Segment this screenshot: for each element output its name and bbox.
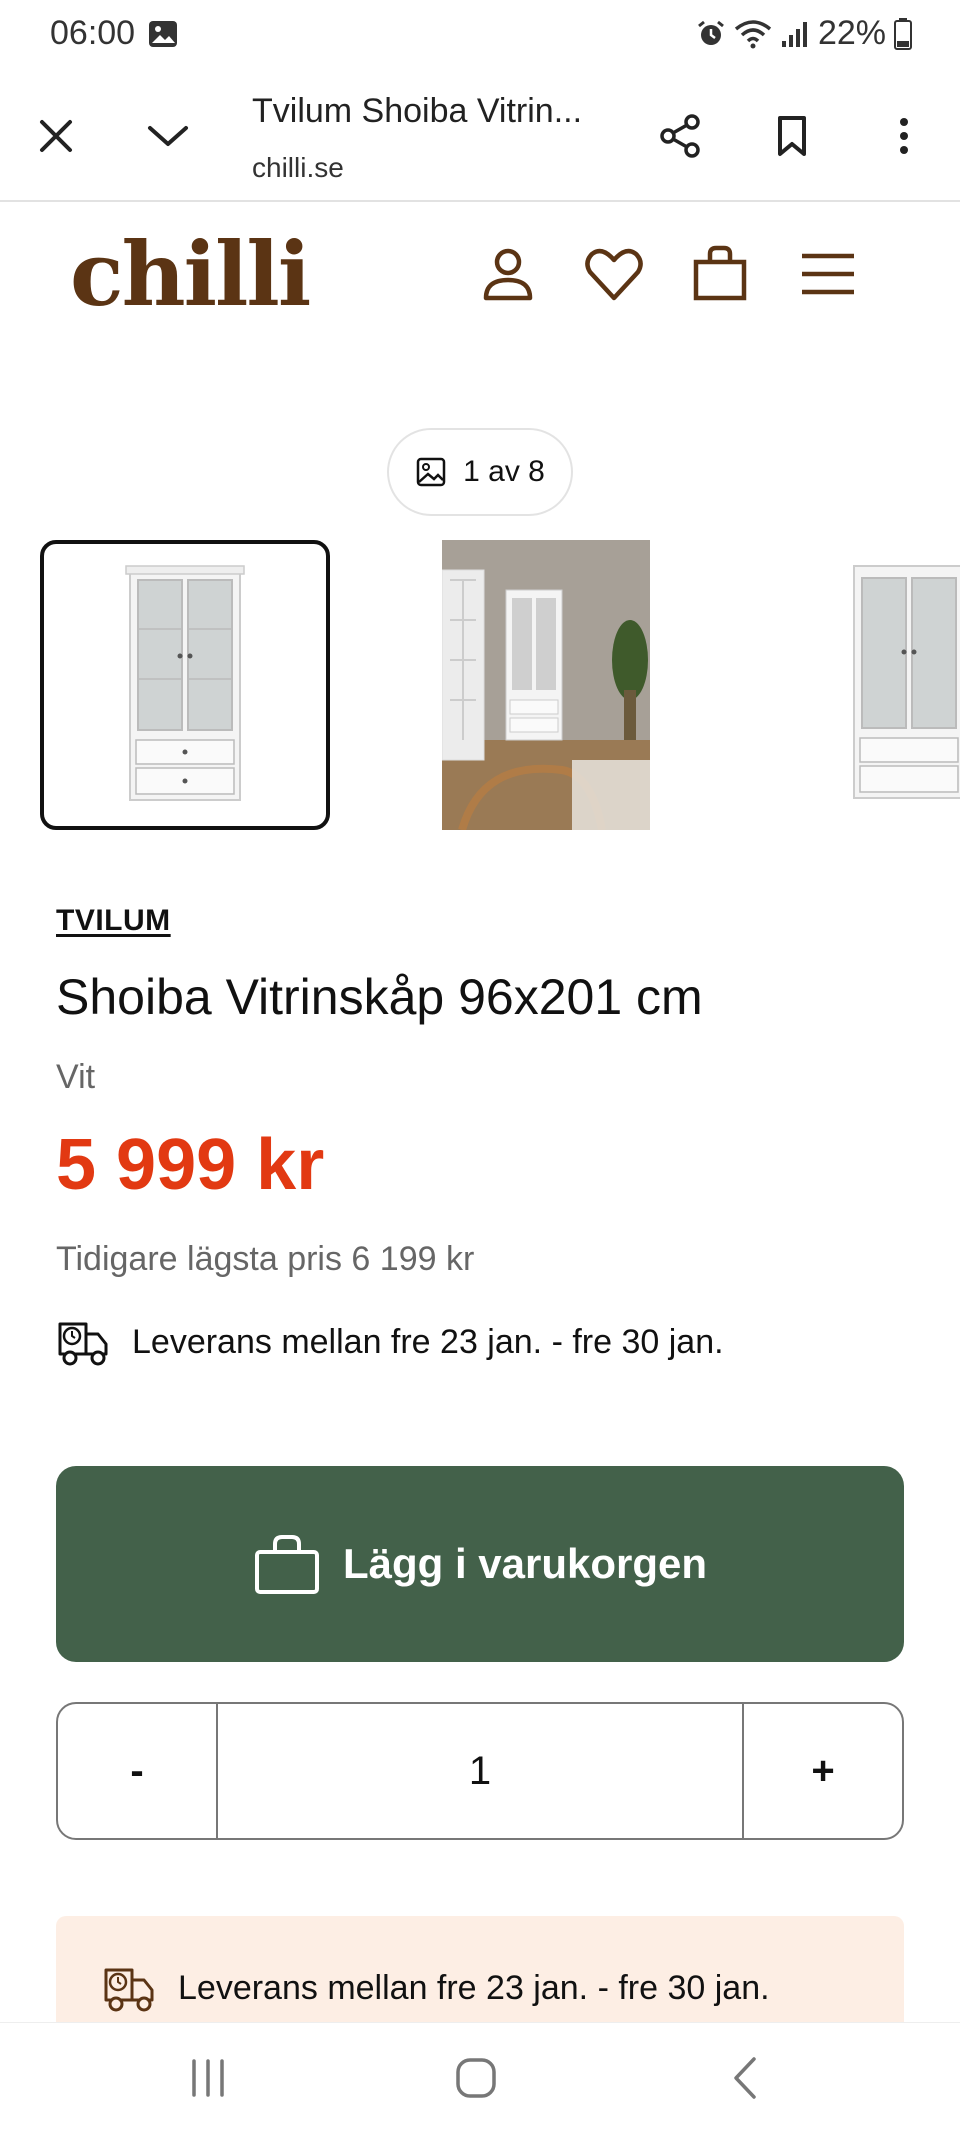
battery-icon [894,17,912,50]
gallery-counter[interactable]: 1 av 8 [387,428,573,516]
product-thumbnail-2[interactable] [442,540,650,830]
quantity-stepper: - 1 + [56,1702,904,1840]
share-icon[interactable] [656,112,704,160]
close-icon[interactable] [32,112,80,160]
user-icon[interactable] [476,242,540,306]
site-header: chilli [0,202,960,342]
delivery-info: Leverans mellan fre 23 jan. - fre 30 jan… [56,1314,724,1370]
heart-icon[interactable] [582,242,646,306]
product-thumbnail-1[interactable] [40,540,330,830]
product-variant: Vit [56,1058,96,1096]
chevron-down-icon[interactable] [144,112,192,160]
home-icon[interactable] [446,2053,506,2103]
delivery-truck-icon [58,1322,108,1366]
room-image [442,540,650,830]
product-thumbnail-3[interactable] [850,540,960,830]
gallery-counter-text: 1 av 8 [463,455,545,488]
delivery-banner-text: Leverans mellan fre 23 jan. - fre 30 jan… [178,1968,770,2007]
browser-toolbar: Tvilum Shoiba Vitrin... chilli.se [0,70,960,202]
add-to-cart-button[interactable]: Lägg i varukorgen [56,1466,904,1662]
battery-percent: 22% [817,14,886,52]
product-title: Shoiba Vitrinskåp 96x201 cm [56,969,703,1025]
previous-lowest-price: Tidigare lägsta pris 6 199 kr [56,1240,475,1278]
menu-icon[interactable] [796,242,860,306]
recent-apps-icon[interactable] [178,2053,238,2103]
status-bar: 06:00 22% [0,0,960,70]
image-icon [416,457,446,487]
bookmark-icon[interactable] [768,112,816,160]
android-navigation-bar [0,2022,960,2133]
back-icon[interactable] [716,2053,776,2103]
image-icon [149,21,177,47]
page-title[interactable]: Tvilum Shoiba Vitrin... [252,92,582,131]
page-domain[interactable]: chilli.se [252,152,344,184]
wifi-icon [734,19,772,48]
delivery-banner-row: Leverans mellan fre 23 jan. - fre 30 jan… [102,1960,770,2016]
delivery-text: Leverans mellan fre 23 jan. - fre 30 jan… [132,1322,724,1361]
status-time: 06:00 [50,14,136,52]
add-to-cart-label: Lägg i varukorgen [342,1540,708,1587]
shopping-bag-icon [254,1535,319,1594]
alarm-icon [698,20,724,45]
brand-link[interactable]: TVILUM [56,904,171,938]
quantity-increase-button[interactable]: + [744,1704,902,1838]
site-logo[interactable]: chilli [70,222,311,326]
cabinet-image [853,565,960,799]
quantity-decrease-button[interactable]: - [58,1704,216,1838]
signal-icon [781,21,807,47]
cabinet-image [125,565,245,801]
shopping-bag-icon[interactable] [688,242,752,306]
delivery-truck-icon [104,1968,154,2012]
more-vertical-icon[interactable] [880,112,928,160]
quantity-value[interactable]: 1 [216,1704,744,1838]
product-page: 06:00 22% Tvilum Shoiba Vitrin... chilli… [0,0,960,2133]
product-price: 5 999 kr [56,1125,325,1205]
status-indicators: 22% [696,14,912,53]
